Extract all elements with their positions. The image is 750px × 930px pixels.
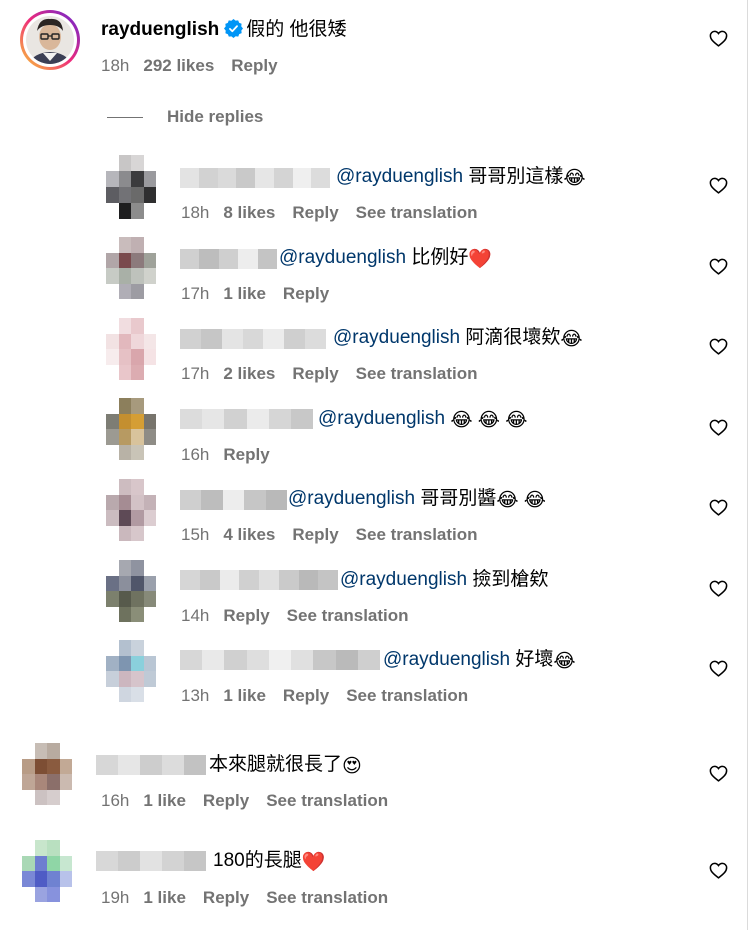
heart-icon[interactable]: [709, 419, 728, 436]
comment-time: 16h: [101, 791, 130, 810]
username-blurred: [96, 755, 206, 775]
likes-count[interactable]: 1 like: [143, 888, 186, 907]
likes-count[interactable]: 292 likes: [143, 56, 214, 75]
see-translation-button[interactable]: See translation: [356, 525, 478, 544]
comment-time: 19h: [101, 888, 130, 907]
reply-button[interactable]: Reply: [283, 686, 329, 705]
reply-time: 18h: [181, 203, 210, 222]
username-blurred: [180, 249, 278, 269]
username-blurred: [180, 490, 288, 510]
reply-text: 阿滴很壞欸: [465, 327, 561, 348]
heart-icon[interactable]: [709, 499, 728, 516]
heart-icon[interactable]: [709, 862, 728, 879]
laughing-emoji-icon: 😂: [560, 329, 583, 350]
avatar[interactable]: [106, 398, 156, 460]
heart-icon[interactable]: [709, 30, 728, 47]
see-translation-button[interactable]: See translation: [266, 888, 388, 907]
see-translation-button[interactable]: See translation: [287, 606, 409, 625]
avatar[interactable]: [106, 237, 156, 299]
comment-text: 假的 他很矮: [246, 19, 347, 40]
username-blurred: [180, 329, 327, 349]
reply-button[interactable]: Reply: [292, 364, 338, 383]
heart-icon[interactable]: [709, 338, 728, 355]
mention-link[interactable]: @rayduenglish: [336, 166, 463, 187]
red-heart-emoji-icon: ❤️: [468, 249, 492, 270]
avatar[interactable]: [106, 155, 156, 219]
verified-badge-icon: [224, 19, 244, 38]
hide-replies-line: [107, 117, 143, 118]
heart-icon[interactable]: [709, 177, 728, 194]
likes-count[interactable]: 4 likes: [223, 525, 275, 544]
likes-count[interactable]: 1 like: [223, 284, 266, 303]
username-blurred: [180, 570, 338, 590]
reply-time: 16h: [181, 445, 210, 464]
heart-icon[interactable]: [709, 765, 728, 782]
avatar[interactable]: [22, 743, 72, 805]
username-blurred: [180, 168, 330, 188]
heart-icon[interactable]: [709, 660, 728, 677]
reply-button[interactable]: Reply: [231, 56, 277, 75]
heart-icon[interactable]: [709, 580, 728, 597]
reply-time: 17h: [181, 284, 210, 303]
laughing-emoji-icon: 😂 😂 😂: [450, 410, 528, 431]
reply-button[interactable]: Reply: [203, 888, 249, 907]
avatar[interactable]: [19, 9, 81, 71]
username-blurred: [96, 851, 206, 871]
mention-link[interactable]: @rayduenglish: [340, 569, 467, 590]
reply-button[interactable]: Reply: [292, 525, 338, 544]
see-translation-button[interactable]: See translation: [356, 203, 478, 222]
laughing-emoji-icon: 😂: [563, 168, 586, 189]
mention-link[interactable]: @rayduenglish: [318, 408, 445, 429]
reply-time: 14h: [181, 606, 210, 625]
scroll-divider: [747, 0, 748, 930]
comment-time: 18h: [101, 56, 130, 75]
reply-time: 15h: [181, 525, 210, 544]
reply-button[interactable]: Reply: [292, 203, 338, 222]
reply-text: 比例好: [411, 247, 469, 268]
hide-replies-button[interactable]: Hide replies: [167, 107, 263, 127]
likes-count[interactable]: 1 like: [143, 791, 186, 810]
username-blurred: [180, 650, 380, 670]
see-translation-button[interactable]: See translation: [266, 791, 388, 810]
reply-button[interactable]: Reply: [203, 791, 249, 810]
mention-link[interactable]: @rayduenglish: [279, 247, 406, 268]
heart-eyes-emoji-icon: 😍: [342, 756, 362, 777]
see-translation-button[interactable]: See translation: [346, 686, 468, 705]
reply-time: 17h: [181, 364, 210, 383]
reply-button[interactable]: Reply: [223, 445, 269, 464]
mention-link[interactable]: @rayduenglish: [333, 327, 460, 348]
avatar[interactable]: [106, 560, 156, 622]
red-heart-emoji-icon: ❤️: [301, 852, 326, 873]
username-blurred: [180, 409, 314, 429]
reply-text: 好壞: [515, 649, 554, 670]
mention-link[interactable]: @rayduenglish: [383, 649, 510, 670]
avatar[interactable]: [106, 479, 156, 541]
avatar[interactable]: [106, 640, 156, 702]
reply-text: 哥哥別醬: [420, 488, 497, 509]
laughing-emoji-icon: 😂: [553, 651, 576, 672]
reply-text: 撿到槍欸: [472, 569, 549, 590]
comment-text: 180的長腿: [213, 850, 302, 871]
mention-link[interactable]: @rayduenglish: [288, 488, 415, 509]
reply-time: 13h: [181, 686, 210, 705]
laughing-emoji-icon: 😂 😂: [496, 490, 547, 511]
avatar[interactable]: [22, 840, 72, 902]
likes-count[interactable]: 8 likes: [223, 203, 275, 222]
username[interactable]: rayduenglish: [101, 19, 219, 40]
reply-button[interactable]: Reply: [283, 284, 329, 303]
likes-count[interactable]: 1 like: [223, 686, 266, 705]
avatar[interactable]: [106, 318, 156, 380]
comment-text: 本來腿就很長了: [209, 754, 343, 775]
reply-text: 哥哥別這樣: [468, 166, 564, 187]
reply-button[interactable]: Reply: [223, 606, 269, 625]
likes-count[interactable]: 2 likes: [223, 364, 275, 383]
see-translation-button[interactable]: See translation: [356, 364, 478, 383]
heart-icon[interactable]: [709, 258, 728, 275]
